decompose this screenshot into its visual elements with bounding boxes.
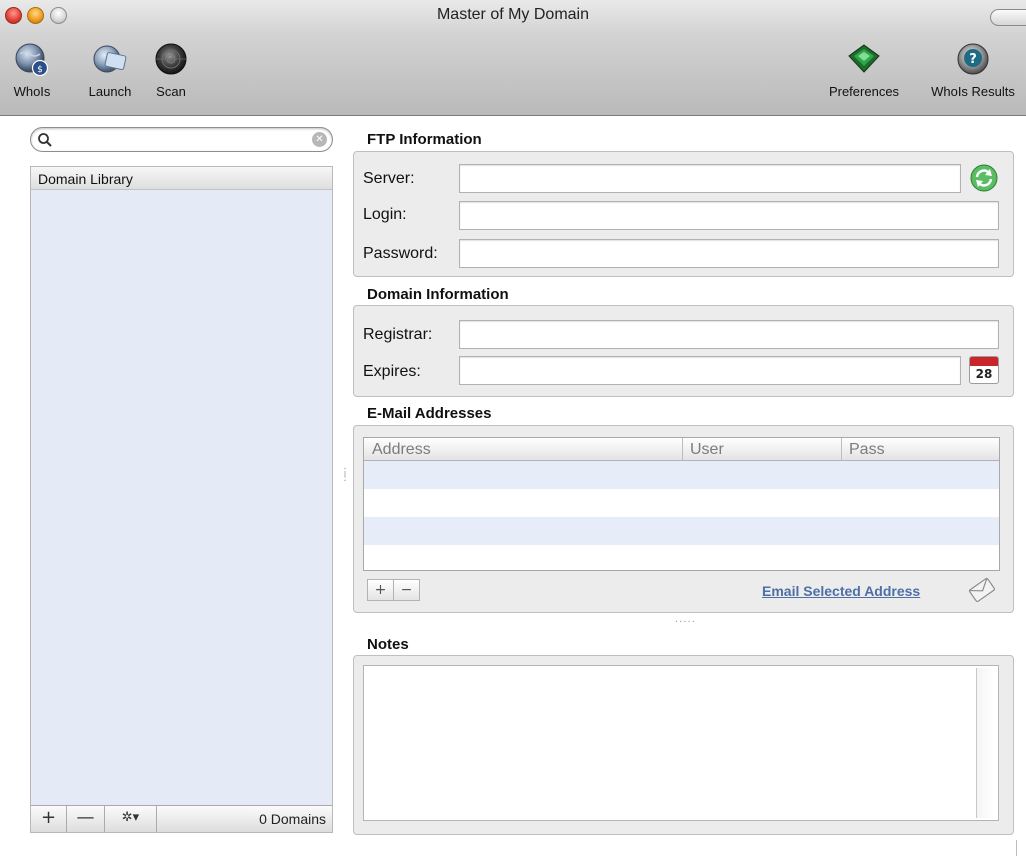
notes-section-title: Notes (367, 636, 409, 653)
svg-text:?: ? (969, 52, 977, 67)
table-row[interactable] (364, 489, 999, 517)
notes-scrollbar[interactable] (976, 668, 994, 818)
window-resize-grip[interactable] (1016, 840, 1024, 856)
registrar-field[interactable] (459, 320, 999, 349)
ftp-section-title: FTP Information (367, 131, 482, 148)
envelope-icon[interactable] (966, 574, 998, 606)
launch-button[interactable]: Launch (80, 42, 140, 99)
preferences-label: Preferences (828, 84, 900, 99)
globe-icon: $ (15, 43, 49, 77)
domain-count: 0 Domains (259, 811, 326, 827)
email-table[interactable]: Address User Pass (363, 437, 1000, 571)
server-field[interactable] (459, 164, 961, 193)
expires-input[interactable] (460, 357, 960, 384)
calendar-icon[interactable]: 28 (969, 356, 999, 384)
launch-globe-icon (93, 45, 127, 73)
registrar-input[interactable] (460, 321, 998, 348)
domain-library-header: Domain Library (31, 167, 332, 190)
email-table-header: Address User Pass (364, 438, 999, 461)
notes-field[interactable] (363, 665, 999, 821)
registrar-label: Registrar: (363, 326, 433, 343)
server-input[interactable] (460, 165, 960, 192)
password-label: Password: (363, 245, 438, 262)
table-row[interactable] (364, 545, 999, 573)
column-pass[interactable]: Pass (849, 441, 885, 459)
window-toolbar: Master of My Domain $ WhoIs Launch Scan (0, 0, 1026, 116)
scan-label: Scan (156, 84, 186, 99)
clear-search-icon[interactable]: ✕ (312, 132, 327, 147)
remove-domain-button[interactable]: — (67, 806, 105, 832)
split-view-handle[interactable]: ····· (675, 617, 696, 628)
login-field[interactable] (459, 201, 999, 230)
column-address[interactable]: Address (372, 441, 431, 459)
sidebar: ✕ Domain Library + — ✲▾ 0 Domains (30, 127, 333, 833)
search-field[interactable]: ✕ (30, 127, 333, 152)
help-icon: ? (957, 43, 989, 75)
email-section-title: E-Mail Addresses (367, 405, 492, 422)
expires-field[interactable] (459, 356, 961, 385)
login-label: Login: (363, 206, 407, 223)
column-user[interactable]: User (690, 441, 724, 459)
notes-textarea[interactable] (364, 666, 998, 820)
add-domain-button[interactable]: + (31, 806, 67, 832)
chip-icon (848, 44, 880, 73)
calendar-day: 28 (975, 367, 993, 381)
action-menu-button[interactable]: ✲▾ (105, 806, 157, 832)
toolbar-toggle-button[interactable] (990, 9, 1026, 26)
refresh-icon[interactable] (969, 163, 999, 193)
scan-button[interactable]: Scan (146, 42, 196, 99)
split-view-handle[interactable]: ⋮ ⋮ (340, 468, 350, 483)
whois-label: WhoIs (13, 84, 51, 99)
whois-button[interactable]: $ WhoIs (2, 42, 62, 99)
window-title: Master of My Domain (436, 6, 590, 23)
search-icon (38, 133, 52, 147)
domain-library-list[interactable]: Domain Library + — ✲▾ 0 Domains (30, 166, 333, 833)
table-row[interactable] (364, 517, 999, 545)
search-input[interactable] (55, 131, 305, 148)
column-divider (841, 438, 842, 461)
whois-results-button[interactable]: ? WhoIs Results (920, 42, 1026, 99)
domain-section-title: Domain Information (367, 286, 509, 303)
library-footer: + — ✲▾ 0 Domains (31, 805, 332, 832)
email-selected-address-link[interactable]: Email Selected Address (762, 583, 920, 599)
svg-text:$: $ (37, 65, 43, 75)
whois-results-label: WhoIs Results (931, 84, 1015, 99)
expires-label: Expires: (363, 363, 421, 380)
remove-email-button[interactable]: − (393, 579, 420, 601)
login-input[interactable] (460, 202, 998, 229)
preferences-button[interactable]: Preferences (818, 42, 910, 99)
server-label: Server: (363, 170, 415, 187)
radar-icon (155, 43, 187, 75)
launch-label: Launch (88, 84, 132, 99)
password-field[interactable] (459, 239, 999, 268)
table-row[interactable] (364, 461, 999, 489)
column-divider (682, 438, 683, 461)
password-input[interactable] (460, 240, 998, 267)
add-email-button[interactable]: + (367, 579, 394, 601)
